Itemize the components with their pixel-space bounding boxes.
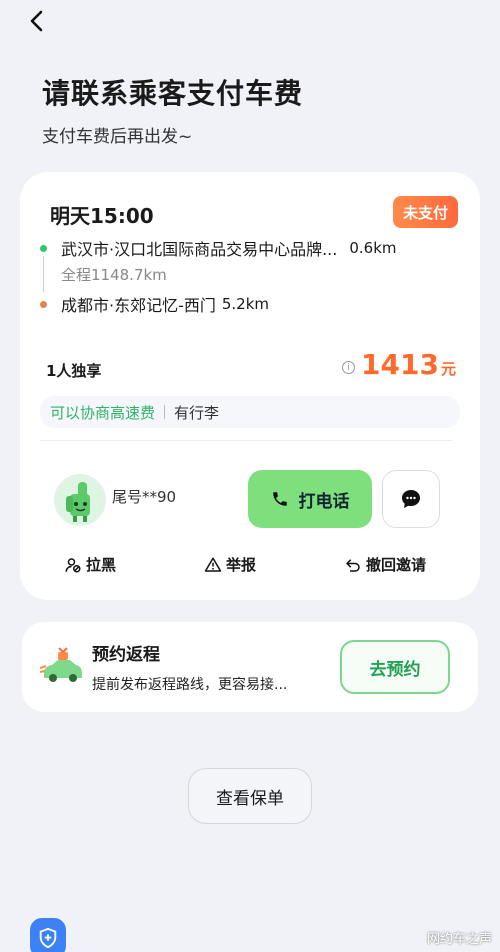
back-button[interactable] <box>22 6 52 36</box>
phone-icon <box>271 490 289 508</box>
tag-luggage: 有行李 <box>174 403 220 422</box>
fare: i 1413 元 <box>342 348 456 381</box>
status-badge: 未支付 <box>392 196 458 228</box>
car-gift-icon <box>40 647 82 682</box>
shield-plus-icon <box>39 927 57 949</box>
route-destination: 成都市·东郊记忆-西门 5.2km <box>40 292 460 316</box>
origin-distance: 0.6km <box>349 239 397 257</box>
page-title: 请联系乘客支付车费 <box>42 77 304 110</box>
call-button-label: 打电话 <box>298 491 350 512</box>
origin-dot <box>40 244 47 252</box>
return-trip-description: 提前发布返程路线，更容易接... <box>92 677 288 693</box>
destination-address: 成都市·东郊记忆-西门 <box>61 296 216 315</box>
divider <box>40 440 452 441</box>
tag-highway-fee: 可以协商高速费 <box>50 403 156 422</box>
total-distance: 全程1148.7km <box>61 266 167 284</box>
watermark: 网约车之声 <box>426 932 492 947</box>
route-origin: 武汉市·汉口北国际商品交易中心品牌... 0.6km <box>40 236 460 260</box>
fare-amount: 1413 <box>361 348 439 381</box>
block-button[interactable]: 拉黑 <box>64 554 116 575</box>
route-connector <box>43 256 44 292</box>
user-block-icon <box>65 557 81 572</box>
trip-tags: 可以协商高速费 有行李 <box>40 396 460 428</box>
warning-triangle-icon <box>204 557 222 572</box>
report-label: 举报 <box>226 556 257 574</box>
page-subtitle: 支付车费后再出发~ <box>42 127 193 147</box>
fare-unit: 元 <box>440 360 456 378</box>
undo-arrow-icon <box>346 558 360 572</box>
info-icon[interactable]: i <box>342 361 356 374</box>
call-button[interactable]: 打电话 <box>248 470 372 528</box>
tag-separator <box>164 405 166 419</box>
return-trip-title: 预约返程 <box>92 645 160 665</box>
report-button[interactable]: 举报 <box>204 554 256 575</box>
withdraw-invite-button[interactable]: 撤回邀请 <box>344 554 426 575</box>
departure-time: 明天15:00 <box>50 204 154 228</box>
chat-bubble-icon <box>402 490 420 508</box>
seat-type: 1人独享 <box>46 362 102 380</box>
chat-button[interactable] <box>382 470 440 528</box>
destination-distance: 5.2km <box>221 295 270 313</box>
book-return-button[interactable]: 去预约 <box>340 640 450 694</box>
chevron-left-icon <box>30 10 43 32</box>
origin-address: 武汉市·汉口北国际商品交易中心品牌... <box>61 240 338 259</box>
passenger-tail-number: 尾号**90 <box>112 488 177 506</box>
block-label: 拉黑 <box>86 556 117 574</box>
return-trip-card: 预约返程 提前发布返程路线，更容易接... 去预约 <box>22 622 478 712</box>
safety-button[interactable] <box>30 918 66 952</box>
withdraw-invite-label: 撤回邀请 <box>366 556 427 574</box>
trip-card: 明天15:00 未支付 武汉市·汉口北国际商品交易中心品牌... 0.6km 全… <box>20 172 480 600</box>
destination-dot <box>40 300 47 308</box>
view-policy-button[interactable]: 查看保单 <box>188 768 312 824</box>
thumbs-up-mascot-icon <box>66 482 90 522</box>
avatar[interactable] <box>54 474 106 526</box>
